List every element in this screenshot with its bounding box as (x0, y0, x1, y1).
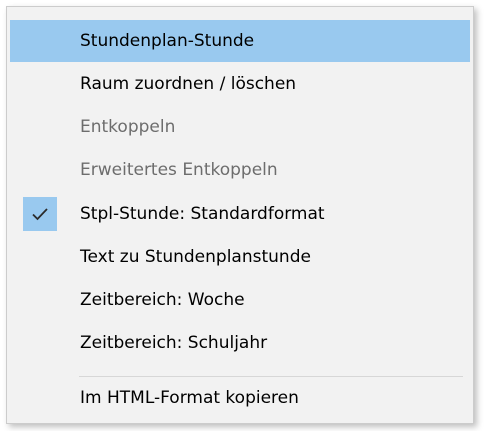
menu-item-stpl-stunde-standardformat[interactable]: Stpl-Stunde: Standardformat (10, 193, 470, 235)
menu-item-raum-zuordnen[interactable]: Raum zuordnen / löschen (10, 63, 470, 105)
checkmark-icon (23, 197, 57, 231)
menu-item-label: Im HTML-Format kopieren (80, 388, 299, 408)
menu-item-text-zu-stundenplanstunde[interactable]: Text zu Stundenplanstunde (10, 236, 470, 278)
menu-item-entkoppeln: Entkoppeln (10, 106, 470, 148)
menu-item-label: Raum zuordnen / löschen (80, 74, 297, 94)
menu-item-label: Zeitbereich: Woche (80, 290, 245, 310)
menu-item-stundenplan-stunde[interactable]: Stundenplan-Stunde (10, 20, 470, 62)
context-menu: Stundenplan-Stunde Raum zuordnen / lösch… (6, 6, 474, 424)
menu-item-zeitbereich-woche[interactable]: Zeitbereich: Woche (10, 279, 470, 321)
menu-item-label: Zeitbereich: Schuljahr (80, 333, 268, 353)
menu-item-label: Entkoppeln (80, 117, 176, 137)
menu-item-zeitbereich-schuljahr[interactable]: Zeitbereich: Schuljahr (10, 322, 470, 364)
menu-item-label: Stundenplan-Stunde (80, 31, 255, 51)
menu-item-label: Text zu Stundenplanstunde (80, 247, 311, 267)
menu-item-html-format-kopieren[interactable]: Im HTML-Format kopieren (10, 377, 470, 419)
menu-item-erweitertes-entkoppeln: Erweitertes Entkoppeln (10, 149, 470, 191)
menu-item-label: Erweitertes Entkoppeln (80, 160, 278, 180)
menu-item-label: Stpl-Stunde: Standardformat (80, 204, 325, 224)
